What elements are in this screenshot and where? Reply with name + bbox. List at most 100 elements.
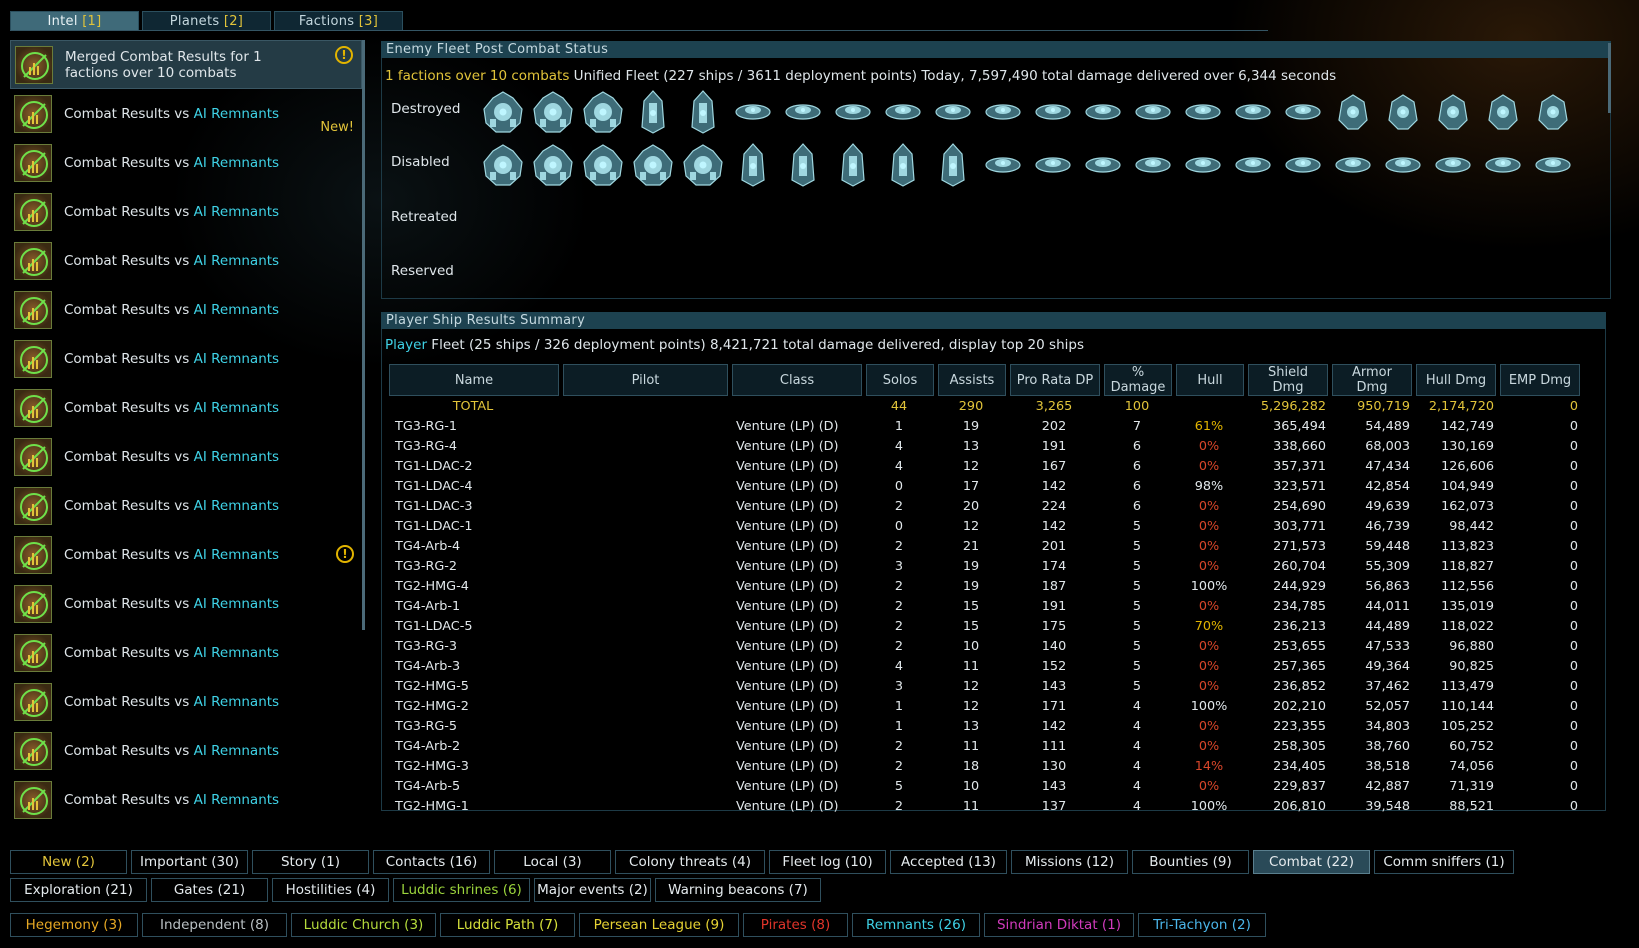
enemy-ship-icon[interactable]: [1428, 140, 1478, 190]
intel-item[interactable]: Combat Results vs AI Remnants New!: [10, 89, 362, 138]
filter-button[interactable]: Independent (8): [142, 913, 287, 937]
table-row[interactable]: TG2-HMG-1 Venture (LP) (D) 2 11 137 4 100% 206,…: [389, 796, 1580, 816]
table-row[interactable]: TG4-Arb-3 Venture (LP) (D) 4 11 152 5 0% 257,36…: [389, 656, 1580, 676]
filter-button[interactable]: Hostilities (4): [272, 878, 389, 902]
table-row[interactable]: TG4-Arb-5 Venture (LP) (D) 5 10 143 4 0% 229,83…: [389, 776, 1580, 796]
enemy-ship-icon[interactable]: [1528, 87, 1578, 137]
enemy-ship-icon[interactable]: [878, 140, 928, 190]
table-row[interactable]: TG2-HMG-4 Venture (LP) (D) 2 19 187 5 100% 244,…: [389, 576, 1580, 596]
intel-item[interactable]: Combat Results vs AI Remnants: [10, 628, 362, 677]
enemy-ship-icon[interactable]: [928, 140, 978, 190]
enemy-ship-icon[interactable]: [1528, 140, 1578, 190]
enemy-ship-icon[interactable]: [1178, 87, 1228, 137]
intel-item[interactable]: Combat Results vs AI Remnants: [10, 481, 362, 530]
table-row[interactable]: TG1-LDAC-1 Venture (LP) (D) 0 12 142 5 0% 303,7…: [389, 516, 1580, 536]
enemy-panel-scrollbar[interactable]: [1608, 43, 1611, 113]
enemy-ship-icon[interactable]: [1478, 87, 1528, 137]
enemy-ship-icon[interactable]: [478, 87, 528, 137]
filter-button[interactable]: Persean League (9): [579, 913, 739, 937]
enemy-ship-icon[interactable]: [528, 140, 578, 190]
filter-button[interactable]: Bounties (9): [1132, 850, 1249, 874]
column-header[interactable]: Armor Dmg: [1332, 364, 1412, 396]
filter-button[interactable]: Gates (21): [151, 878, 268, 902]
enemy-ship-icon[interactable]: [678, 140, 728, 190]
column-header[interactable]: Hull Dmg: [1416, 364, 1496, 396]
intel-item[interactable]: Combat Results vs AI Remnants: [10, 138, 362, 187]
enemy-ship-icon[interactable]: [578, 87, 628, 137]
column-header[interactable]: Hull: [1176, 364, 1244, 396]
filter-button[interactable]: Story (1): [252, 850, 369, 874]
intel-item[interactable]: Combat Results vs AI Remnants: [10, 334, 362, 383]
intel-item[interactable]: Combat Results vs AI Remnants: [10, 579, 362, 628]
filter-button[interactable]: Luddic shrines (6): [393, 878, 530, 902]
filter-button[interactable]: Luddic Path (7): [440, 913, 575, 937]
filter-button[interactable]: Comm sniffers (1): [1374, 850, 1514, 874]
filter-button[interactable]: Sindrian Diktat (1): [984, 913, 1134, 937]
column-header[interactable]: % Damage: [1104, 364, 1172, 396]
enemy-ship-icon[interactable]: [1078, 140, 1128, 190]
table-row[interactable]: TG1-LDAC-3 Venture (LP) (D) 2 20 224 6 0% 254,6…: [389, 496, 1580, 516]
enemy-ship-icon[interactable]: [528, 87, 578, 137]
enemy-ship-icon[interactable]: [1278, 87, 1328, 137]
enemy-ship-icon[interactable]: [1028, 87, 1078, 137]
enemy-ship-icon[interactable]: [828, 140, 878, 190]
column-header[interactable]: Solos: [866, 364, 934, 396]
enemy-ship-icon[interactable]: [1128, 140, 1178, 190]
filter-button[interactable]: Contacts (16): [373, 850, 490, 874]
filter-button[interactable]: Pirates (8): [743, 913, 848, 937]
table-row[interactable]: TG3-RG-4 Venture (LP) (D) 4 13 191 6 0% 338,660…: [389, 436, 1580, 456]
enemy-ship-icon[interactable]: [878, 87, 928, 137]
enemy-ship-icon[interactable]: [728, 140, 778, 190]
enemy-ship-icon[interactable]: [1378, 140, 1428, 190]
filter-button[interactable]: Warning beacons (7): [655, 878, 821, 902]
table-row[interactable]: TG1-LDAC-5 Venture (LP) (D) 2 15 175 5 70% 236,…: [389, 616, 1580, 636]
table-row[interactable]: TG2-HMG-3 Venture (LP) (D) 2 18 130 4 14% 234,4…: [389, 756, 1580, 776]
enemy-ship-icon[interactable]: [978, 87, 1028, 137]
intel-item[interactable]: Combat Results vs AI Remnants!: [10, 530, 362, 579]
filter-button[interactable]: Luddic Church (3): [291, 913, 436, 937]
enemy-ship-icon[interactable]: [978, 140, 1028, 190]
enemy-ship-icon[interactable]: [1478, 140, 1528, 190]
enemy-ship-icon[interactable]: [1128, 87, 1178, 137]
table-row[interactable]: TG2-HMG-2 Venture (LP) (D) 1 12 171 4 100% 202,…: [389, 696, 1580, 716]
enemy-ship-icon[interactable]: [1278, 140, 1328, 190]
table-row[interactable]: TG4-Arb-4 Venture (LP) (D) 2 21 201 5 0% 271,57…: [389, 536, 1580, 556]
intel-item[interactable]: Combat Results vs AI Remnants: [10, 236, 362, 285]
enemy-ship-icon[interactable]: [1428, 87, 1478, 137]
enemy-ship-icon[interactable]: [1228, 87, 1278, 137]
table-row[interactable]: TG3-RG-3 Venture (LP) (D) 2 10 140 5 0% 253,655…: [389, 636, 1580, 656]
enemy-ship-icon[interactable]: [928, 87, 978, 137]
enemy-ship-icon[interactable]: [478, 140, 528, 190]
enemy-ship-icon[interactable]: [628, 87, 678, 137]
filter-button[interactable]: Hegemony (3): [10, 913, 138, 937]
intel-list-scrollbar[interactable]: [362, 40, 365, 630]
table-row[interactable]: TG3-RG-1 Venture (LP) (D) 1 19 202 7 61% 365,49…: [389, 416, 1580, 436]
enemy-ship-icon[interactable]: [1178, 140, 1228, 190]
column-header[interactable]: Class: [732, 364, 862, 396]
enemy-ship-icon[interactable]: [828, 87, 878, 137]
filter-button[interactable]: Tri-Tachyon (2): [1138, 913, 1266, 937]
enemy-ship-icon[interactable]: [728, 87, 778, 137]
filter-button[interactable]: Local (3): [494, 850, 611, 874]
intel-item[interactable]: Combat Results vs AI Remnants: [10, 285, 362, 334]
filter-button[interactable]: Accepted (13): [890, 850, 1007, 874]
tab-intel[interactable]: Intel [1]: [10, 11, 139, 31]
intel-item[interactable]: Combat Results vs AI Remnants: [10, 775, 362, 824]
table-row[interactable]: TG1-LDAC-4 Venture (LP) (D) 0 17 142 6 98% 323,…: [389, 476, 1580, 496]
column-header[interactable]: Assists: [938, 364, 1006, 396]
enemy-ship-icon[interactable]: [1228, 140, 1278, 190]
tab-planets[interactable]: Planets [2]: [142, 11, 271, 31]
intel-list[interactable]: Merged Combat Results for 1 factions ove…: [10, 40, 362, 830]
enemy-ship-icon[interactable]: [1328, 87, 1378, 137]
intel-item-merged[interactable]: Merged Combat Results for 1 factions ove…: [10, 40, 362, 89]
filter-button[interactable]: Fleet log (10): [769, 850, 886, 874]
filter-button[interactable]: Major events (2): [534, 878, 651, 902]
filter-button[interactable]: Missions (12): [1011, 850, 1128, 874]
table-row[interactable]: TG3-RG-2 Venture (LP) (D) 3 19 174 5 0% 260,704…: [389, 556, 1580, 576]
filter-button[interactable]: Remnants (26): [852, 913, 980, 937]
enemy-ship-icon[interactable]: [1028, 140, 1078, 190]
column-header[interactable]: Shield Dmg: [1248, 364, 1328, 396]
enemy-ship-icon[interactable]: [778, 87, 828, 137]
filter-button[interactable]: Colony threats (4): [615, 850, 765, 874]
enemy-ship-icon[interactable]: [1378, 87, 1428, 137]
